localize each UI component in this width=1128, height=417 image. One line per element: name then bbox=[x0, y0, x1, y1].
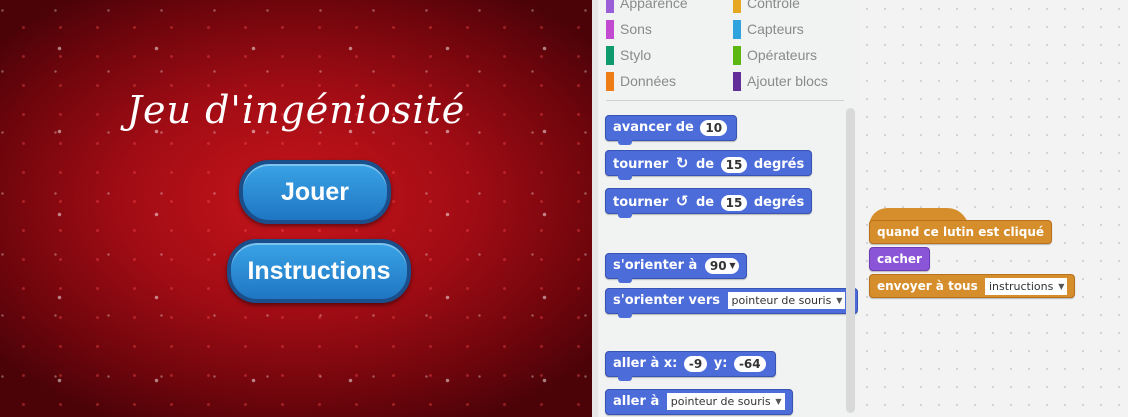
block-broadcast[interactable]: envoyer à tous instructions bbox=[869, 274, 1076, 298]
category-sensing[interactable]: Capteurs bbox=[733, 18, 804, 40]
direction-dropdown[interactable]: 90 bbox=[704, 257, 739, 274]
block-text: y: bbox=[713, 356, 728, 371]
target-dropdown[interactable]: pointeur de souris bbox=[727, 292, 846, 309]
block-text: s'orienter à bbox=[613, 258, 698, 273]
category-label: Opérateurs bbox=[747, 47, 818, 63]
target-dropdown[interactable]: pointeur de souris bbox=[666, 393, 785, 410]
degrees-input[interactable]: 15 bbox=[720, 156, 748, 173]
block-palette: Apparence Contrôle Sons Capteurs Stylo O… bbox=[598, 0, 858, 417]
block-text: tourner bbox=[613, 157, 669, 172]
category-separator bbox=[606, 100, 844, 101]
category-swatch bbox=[606, 72, 614, 91]
block-text: aller à x: bbox=[613, 356, 678, 371]
category-data[interactable]: Données bbox=[606, 70, 676, 92]
block-text: avancer de bbox=[613, 120, 694, 135]
block-text: tourner bbox=[613, 195, 669, 210]
category-more-blocks[interactable]: Ajouter blocs bbox=[733, 70, 828, 92]
steps-input[interactable]: 10 bbox=[700, 119, 728, 136]
category-swatch bbox=[733, 72, 741, 91]
category-looks[interactable]: Apparence bbox=[606, 0, 688, 14]
category-swatch bbox=[733, 20, 741, 39]
block-hide[interactable]: cacher bbox=[869, 247, 930, 271]
category-label: Apparence bbox=[620, 0, 688, 11]
category-label: Capteurs bbox=[747, 21, 804, 37]
instructions-button[interactable]: Instructions bbox=[227, 239, 411, 303]
category-sound[interactable]: Sons bbox=[606, 18, 652, 40]
block-text: envoyer à tous bbox=[877, 279, 978, 293]
hat-block-when-sprite-clicked[interactable]: quand ce lutin est cliqué bbox=[869, 220, 1053, 244]
message-dropdown[interactable]: instructions bbox=[984, 278, 1068, 295]
category-swatch bbox=[606, 0, 614, 13]
category-operators[interactable]: Opérateurs bbox=[733, 44, 817, 66]
y-input[interactable]: -64 bbox=[733, 355, 766, 372]
stage[interactable]: Jeu d'ingéniosité Jouer Instructions bbox=[0, 0, 592, 417]
degrees-input[interactable]: 15 bbox=[720, 194, 748, 211]
block-text: degrés bbox=[753, 195, 805, 210]
rotate-clockwise-icon: ↻ bbox=[675, 154, 689, 172]
category-label: Contrôle bbox=[747, 0, 800, 11]
block-point-direction[interactable]: s'orienter à 90 bbox=[605, 253, 747, 283]
category-label: Sons bbox=[620, 21, 652, 37]
block-text: s'orienter vers bbox=[613, 293, 720, 308]
block-text: aller à bbox=[613, 394, 660, 409]
block-text: de bbox=[695, 195, 715, 210]
category-pen[interactable]: Stylo bbox=[606, 44, 651, 66]
category-swatch bbox=[606, 46, 614, 65]
palette-scrollbar[interactable] bbox=[846, 108, 855, 413]
block-goto[interactable]: aller à pointeur de souris bbox=[605, 389, 793, 415]
game-title: Jeu d'ingéniosité bbox=[126, 88, 466, 132]
block-goto-xy[interactable]: aller à x: -9 y: -64 bbox=[605, 351, 776, 381]
category-label: Ajouter blocs bbox=[747, 73, 828, 89]
block-text: degrés bbox=[753, 157, 805, 172]
block-turn-left[interactable]: tourner ↺ de 15 degrés bbox=[605, 188, 813, 218]
block-text: de bbox=[695, 157, 715, 172]
block-turn-right[interactable]: tourner ↻ de 15 degrés bbox=[605, 150, 813, 180]
category-label: Stylo bbox=[620, 47, 652, 63]
play-button[interactable]: Jouer bbox=[239, 160, 391, 224]
block-move-steps[interactable]: avancer de 10 bbox=[605, 115, 738, 145]
block-point-towards[interactable]: s'orienter vers pointeur de souris bbox=[605, 288, 858, 318]
category-control[interactable]: Contrôle bbox=[733, 0, 800, 14]
scripts-area[interactable]: quand ce lutin est cliqué cacher envoyer… bbox=[858, 0, 1128, 417]
category-swatch bbox=[606, 20, 614, 39]
category-swatch bbox=[733, 46, 741, 65]
category-label: Données bbox=[620, 73, 677, 89]
x-input[interactable]: -9 bbox=[683, 355, 708, 372]
category-list: Apparence Contrôle Sons Capteurs Stylo O… bbox=[598, 0, 858, 99]
rotate-counterclockwise-icon: ↺ bbox=[675, 192, 689, 210]
category-swatch bbox=[733, 0, 741, 13]
